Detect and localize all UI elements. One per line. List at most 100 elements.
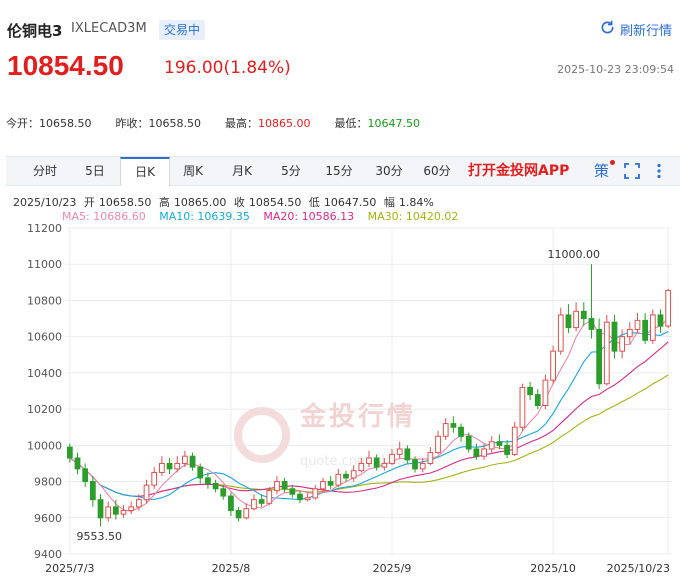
y-tick-label: 10600 — [27, 331, 62, 344]
x-tick-label: 2025/9 — [373, 562, 412, 575]
ma30-line — [69, 374, 669, 497]
candle-body — [542, 379, 549, 406]
candle-body — [511, 426, 518, 455]
tab-30min[interactable]: 30分 — [372, 157, 406, 186]
candle-body — [557, 314, 564, 352]
candle-body — [473, 448, 480, 457]
candle-body — [258, 499, 265, 504]
candle-body — [266, 490, 273, 504]
y-tick-label: 10000 — [27, 439, 62, 452]
candle-body — [120, 510, 127, 515]
candle-body — [297, 493, 303, 501]
candle-body — [435, 435, 441, 454]
refresh-button[interactable]: 刷新行情 — [600, 20, 672, 39]
strategy-button[interactable]: 策 — [594, 157, 609, 186]
tab-monthly-k[interactable]: 月K — [225, 157, 259, 186]
candle-body — [74, 457, 81, 470]
candle-body — [481, 448, 487, 457]
watermark-logo — [234, 407, 290, 463]
candle-body — [611, 321, 618, 352]
candle-body — [603, 321, 610, 385]
candle-body — [488, 441, 495, 450]
fullscreen-button[interactable] — [624, 157, 640, 186]
candle-body — [143, 484, 150, 501]
period-toolbar: 分时 5日 日K 周K 月K 5分 15分 30分 60分 打开金投网APP 策 — [6, 156, 680, 186]
candle-body — [634, 319, 641, 330]
y-tick-label: 10200 — [27, 403, 62, 416]
candle-body — [389, 453, 395, 464]
stat-high: 最高：10865.00 — [225, 117, 311, 130]
candle-body — [596, 328, 603, 385]
trading-status-badge: 交易中 — [159, 20, 206, 40]
tab-60min[interactable]: 60分 — [420, 157, 454, 186]
tab-5min[interactable]: 5分 — [276, 157, 306, 186]
refresh-label: 刷新行情 — [619, 24, 672, 39]
stat-low: 最低：10647.50 — [334, 117, 421, 130]
candle-body — [274, 481, 280, 492]
ohlc-readout: 2025/10/23 开 10658.50 高 10865.00 收 10854.50… — [13, 196, 434, 209]
candle-body — [626, 328, 633, 338]
tab-5day[interactable]: 5日 — [78, 157, 112, 186]
tab-15min[interactable]: 15分 — [322, 157, 356, 186]
candle-body — [396, 448, 403, 455]
x-tick-label: 2025/7/3 — [45, 562, 94, 575]
candle-body — [251, 499, 257, 510]
candle-body — [534, 394, 541, 406]
candle-body — [89, 481, 96, 501]
quote-header: 伦铜电3 IXLECAD3M 交易中 刷新行情 10854.50 196.00(… — [0, 0, 680, 100]
instrument-name: 伦铜电3 — [7, 22, 63, 40]
candle-body — [151, 472, 158, 486]
candle-body — [205, 477, 211, 484]
quote-stats: 今开：10658.50 昨收：10658.50 最高：10865.00 最低：1… — [6, 115, 444, 131]
candle-body — [350, 470, 357, 479]
y-tick-label: 10800 — [27, 294, 62, 307]
candle-body — [366, 457, 372, 464]
candle-body — [281, 481, 288, 490]
candle-body — [105, 506, 112, 519]
candle-body — [189, 455, 196, 468]
candle-body — [412, 459, 418, 470]
tab-weekly-k[interactable]: 周K — [176, 157, 210, 186]
candle-body — [159, 462, 165, 473]
candle-body — [358, 462, 365, 472]
watermark-text: 金投行情 — [299, 401, 416, 432]
candle-body — [496, 441, 503, 446]
candle-body — [519, 386, 526, 428]
candle-body — [128, 506, 135, 512]
x-tick-label: 2025/10 — [530, 562, 576, 575]
candle-body — [573, 310, 579, 329]
candle-body — [642, 319, 649, 341]
candle-body — [327, 481, 334, 486]
candle-body — [565, 314, 572, 329]
min-price-label: 9553.50 — [77, 530, 123, 543]
stat-prev-close: 昨收：10658.50 — [115, 117, 202, 130]
candle-body — [450, 423, 457, 428]
y-tick-label: 9400 — [34, 548, 62, 561]
candle-body — [665, 290, 672, 327]
candle-body — [381, 462, 388, 468]
open-app-link[interactable]: 打开金投网APP — [468, 157, 569, 186]
candle-body — [197, 466, 204, 479]
x-tick-label: 2025/10/23 — [607, 562, 670, 575]
notification-dot — [610, 160, 615, 165]
candle-body — [527, 386, 533, 396]
tab-daily-k[interactable]: 日K — [120, 157, 170, 186]
candle-body — [174, 462, 181, 470]
candle-body — [649, 314, 656, 341]
more-menu-button[interactable] — [656, 157, 662, 186]
tab-timeshare[interactable]: 分时 — [28, 157, 62, 186]
candle-body — [82, 468, 89, 483]
candle-body — [335, 473, 342, 486]
candle-body — [427, 452, 434, 464]
candle-body — [404, 448, 411, 461]
y-tick-label: 9800 — [34, 476, 62, 489]
kline-chart[interactable]: 9400 9600 9800 10000 10200 10400 10600 10800 110… — [0, 220, 680, 578]
fullscreen-icon — [624, 162, 640, 180]
candle-body — [112, 506, 119, 515]
refresh-icon — [600, 20, 615, 39]
candle-body — [419, 462, 426, 470]
candle-body — [135, 499, 142, 508]
candle-body — [580, 310, 587, 320]
current-price: 10854.50 — [7, 50, 124, 81]
price-change: 196.00(1.84%) — [164, 58, 291, 78]
